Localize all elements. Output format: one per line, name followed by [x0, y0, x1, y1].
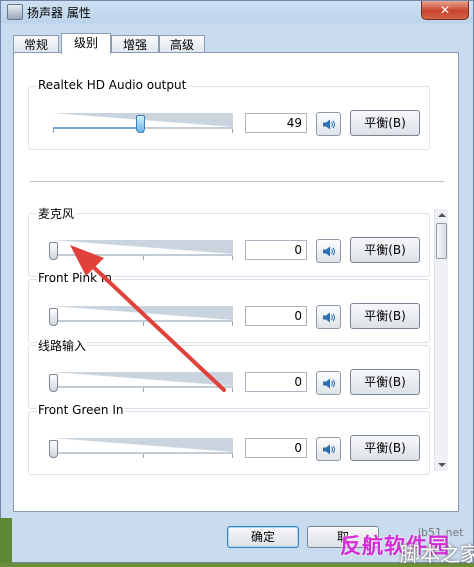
tab-levels[interactable]: 级别 [61, 33, 111, 54]
watermark: jb51.net 反航软件园 脚本之家 [330, 524, 474, 566]
annotation-arrow-icon [70, 245, 226, 392]
